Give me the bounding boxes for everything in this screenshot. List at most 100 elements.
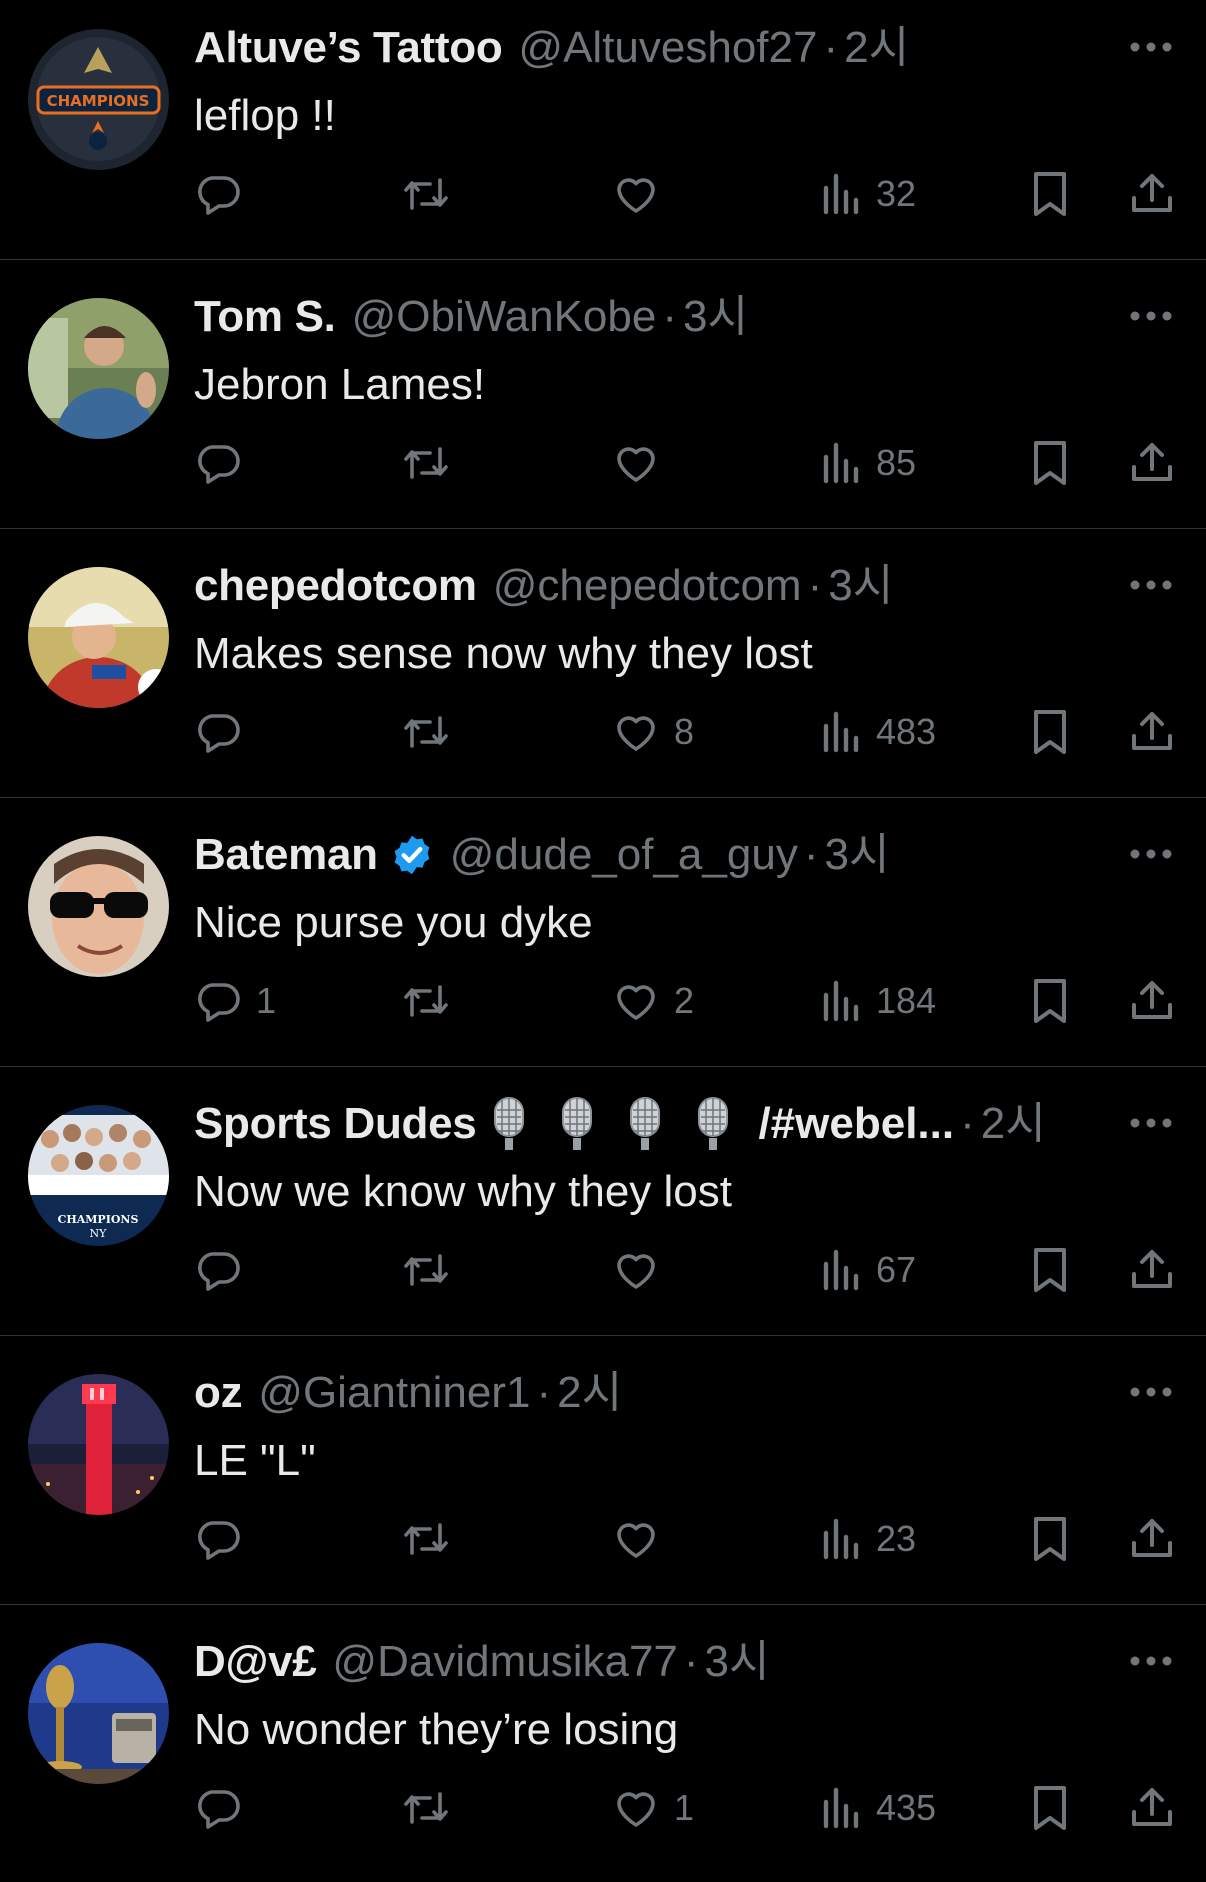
more-options-icon[interactable]: [1128, 1377, 1174, 1407]
retweet-button[interactable]: [400, 975, 466, 1027]
more-options-icon[interactable]: [1128, 301, 1174, 331]
views-button[interactable]: 32: [822, 168, 916, 220]
retweet-button[interactable]: [400, 437, 466, 489]
avatar[interactable]: [28, 567, 169, 708]
retweet-button[interactable]: [400, 706, 466, 758]
retweet-button[interactable]: [400, 1513, 466, 1565]
display-name[interactable]: Tom S.: [194, 289, 336, 345]
views-button[interactable]: 435: [822, 1782, 936, 1834]
timestamp[interactable]: 3시: [824, 827, 889, 883]
reply-button[interactable]: [194, 1244, 256, 1296]
tweet-header: Altuve’s Tattoo @Altuveshof27 · 2시: [194, 20, 1094, 76]
share-button[interactable]: [1128, 1782, 1176, 1834]
reply-button[interactable]: [194, 1782, 256, 1834]
views-button[interactable]: 483: [822, 706, 936, 758]
bookmark-icon: [1034, 979, 1066, 1023]
share-button[interactable]: [1128, 1244, 1176, 1296]
timestamp[interactable]: 3시: [828, 558, 893, 614]
avatar[interactable]: CHAMPIONS: [28, 29, 169, 170]
display-name[interactable]: Altuve’s Tattoo: [194, 20, 503, 76]
avatar[interactable]: [28, 836, 169, 977]
bookmark-button[interactable]: [1030, 1782, 1070, 1834]
verified-badge-icon[interactable]: [390, 833, 434, 877]
separator: ·: [683, 1637, 699, 1686]
more-options-icon[interactable]: [1128, 1108, 1174, 1138]
bookmark-icon: [1034, 1248, 1066, 1292]
display-name[interactable]: Sports Dudes: [194, 1096, 477, 1152]
more-options-icon[interactable]: [1128, 839, 1174, 869]
like-button[interactable]: [612, 1244, 674, 1296]
views-button[interactable]: 67: [822, 1244, 916, 1296]
share-button[interactable]: [1128, 437, 1176, 489]
display-name-suffix[interactable]: /#webel...: [758, 1096, 954, 1152]
more-options-icon[interactable]: [1128, 1646, 1174, 1676]
like-button[interactable]: [612, 1513, 674, 1565]
avatar[interactable]: CHAMPIONS NY: [28, 1105, 169, 1246]
share-button[interactable]: [1128, 168, 1176, 220]
more-options-icon[interactable]: [1128, 570, 1174, 600]
views-button[interactable]: 184: [822, 975, 936, 1027]
tweet-actions: 67: [0, 1244, 1206, 1296]
avatar[interactable]: [28, 1643, 169, 1784]
tweet[interactable]: oz @Giantniner1 · 2시 LE "L" 23: [0, 1345, 1206, 1613]
avatar[interactable]: [28, 1374, 169, 1515]
share-button[interactable]: [1128, 706, 1176, 758]
display-name[interactable]: Bateman: [194, 827, 378, 883]
retweet-icon: [404, 447, 448, 479]
user-handle[interactable]: @Altuveshof27: [518, 20, 817, 76]
share-button[interactable]: [1128, 1513, 1176, 1565]
reply-button[interactable]: [194, 437, 256, 489]
views-count: 85: [876, 442, 917, 483]
like-button[interactable]: 2: [612, 975, 694, 1027]
heart-icon: [617, 985, 655, 1020]
bookmark-button[interactable]: [1030, 975, 1070, 1027]
user-handle[interactable]: @Davidmusika77: [332, 1634, 677, 1690]
reply-button[interactable]: [194, 706, 256, 758]
bookmark-button[interactable]: [1030, 437, 1070, 489]
display-name[interactable]: D@v£: [194, 1634, 317, 1690]
avatar[interactable]: [28, 298, 169, 439]
tweet-header: Bateman @dude_of_a_guy · 3시: [194, 827, 1094, 883]
retweet-button[interactable]: [400, 168, 466, 220]
like-button[interactable]: 1: [612, 1782, 694, 1834]
bookmark-button[interactable]: [1030, 168, 1070, 220]
bookmark-button[interactable]: [1030, 1244, 1070, 1296]
tweet[interactable]: CHAMPIONS NY Sports Dudes /#webel... · 2…: [0, 1076, 1206, 1344]
more-options-icon[interactable]: [1128, 32, 1174, 62]
bookmark-button[interactable]: [1030, 1513, 1070, 1565]
user-handle[interactable]: @Giantniner1: [258, 1365, 530, 1421]
like-button[interactable]: [612, 168, 674, 220]
timestamp[interactable]: 2시: [981, 1096, 1046, 1152]
like-count: 1: [674, 1787, 695, 1828]
tweet-actions: 32: [0, 168, 1206, 220]
retweet-button[interactable]: [400, 1244, 466, 1296]
reply-button[interactable]: [194, 1513, 256, 1565]
display-name[interactable]: chepedotcom: [194, 558, 477, 614]
tweet[interactable]: CHAMPIONS Altuve’s Tattoo @Altuveshof27 …: [0, 0, 1206, 268]
like-button[interactable]: [612, 437, 674, 489]
views-button[interactable]: 85: [822, 437, 916, 489]
reply-button[interactable]: [194, 168, 256, 220]
views-button[interactable]: 23: [822, 1513, 916, 1565]
timestamp[interactable]: 2시: [844, 20, 909, 76]
timestamp[interactable]: 3시: [705, 1634, 770, 1690]
tweet[interactable]: chepedotcom @chepedotcom · 3시 Makes sens…: [0, 538, 1206, 806]
timestamp[interactable]: 2시: [557, 1365, 622, 1421]
user-handle[interactable]: @chepedotcom: [493, 558, 802, 614]
reply-button[interactable]: 1: [194, 975, 276, 1027]
user-handle[interactable]: @dude_of_a_guy: [450, 827, 798, 883]
share-icon: [1132, 1519, 1172, 1557]
share-button[interactable]: [1128, 975, 1176, 1027]
tweet-actions: 85: [0, 437, 1206, 489]
timestamp[interactable]: 3시: [683, 289, 748, 345]
display-name[interactable]: oz: [194, 1365, 243, 1421]
retweet-button[interactable]: [400, 1782, 466, 1834]
tweet[interactable]: D@v£ @Davidmusika77 · 3시 No wonder they’…: [0, 1614, 1206, 1882]
user-handle[interactable]: @ObiWanKobe: [352, 289, 657, 345]
tweet[interactable]: Bateman @dude_of_a_guy · 3시 Nice purse y…: [0, 807, 1206, 1075]
tweet-actions: 1 435: [0, 1782, 1206, 1834]
bookmark-button[interactable]: [1030, 706, 1070, 758]
like-button[interactable]: 8: [612, 706, 694, 758]
tweet[interactable]: Tom S. @ObiWanKobe · 3시 Jebron Lames! 85: [0, 269, 1206, 537]
tweet-text: Now we know why they lost: [194, 1167, 732, 1216]
